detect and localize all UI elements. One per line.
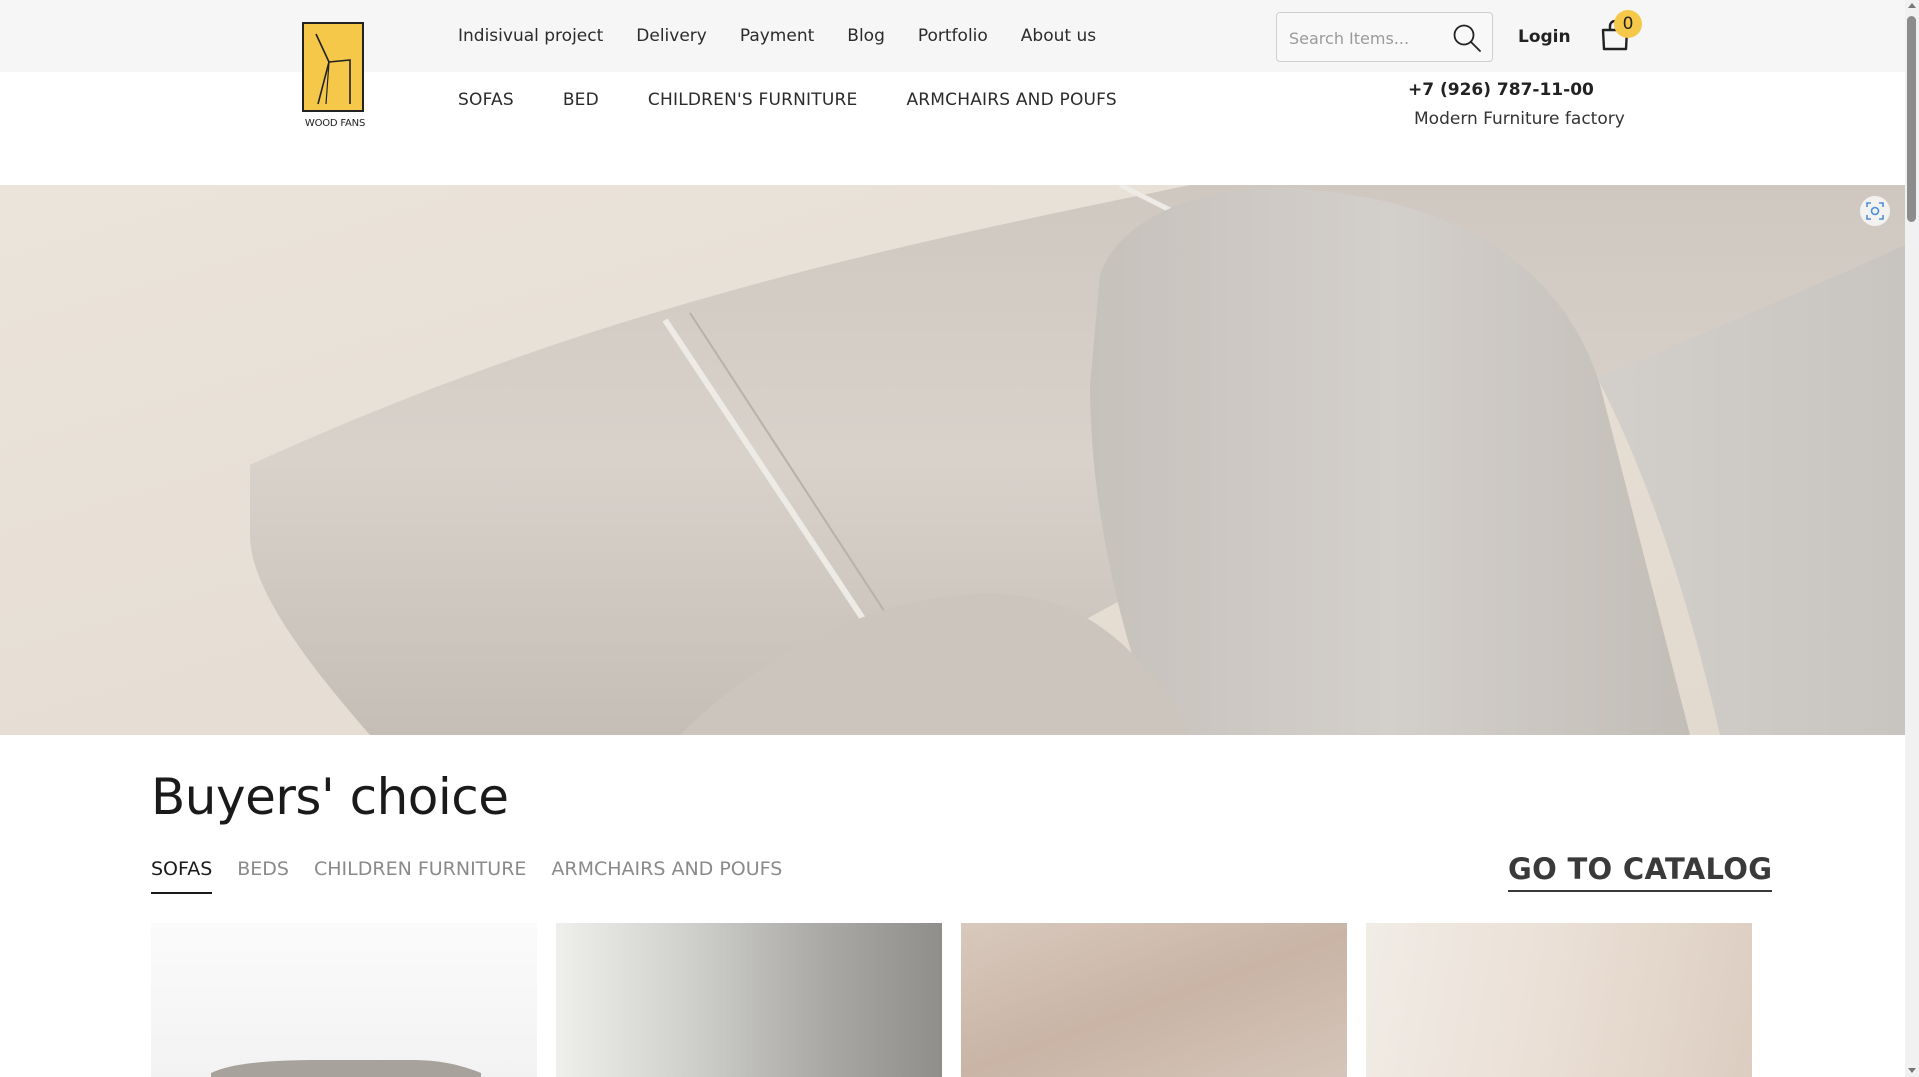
hero-banner-image xyxy=(0,185,1905,735)
search-input[interactable] xyxy=(1289,25,1439,51)
scroll-up-arrow-icon[interactable] xyxy=(1908,3,1916,8)
nav-portfolio[interactable]: Portfolio xyxy=(918,26,988,46)
tab-sofas[interactable]: SOFAS xyxy=(151,858,213,894)
scroll-down-arrow-icon[interactable] xyxy=(1908,1068,1916,1073)
cart-count-badge: 0 xyxy=(1614,10,1642,38)
product-image xyxy=(961,923,1347,1077)
scan-icon[interactable] xyxy=(1860,196,1890,226)
product-cards xyxy=(151,923,1752,1077)
category-sofas[interactable]: SOFAS xyxy=(458,90,514,110)
logo-text: WOOD FANS xyxy=(304,118,366,129)
page-scrollbar[interactable] xyxy=(1905,0,1919,1077)
category-bed[interactable]: BED xyxy=(563,90,599,110)
product-card[interactable] xyxy=(1366,923,1752,1077)
top-navigation: Indisivual project Delivery Payment Blog… xyxy=(458,26,1096,46)
sofa-product-image xyxy=(211,1060,481,1077)
chair-logo-icon xyxy=(302,22,364,112)
nav-payment[interactable]: Payment xyxy=(740,26,814,46)
tab-beds[interactable]: BEDS xyxy=(237,858,289,894)
tab-children-furniture[interactable]: CHILDREN FURNITURE xyxy=(314,858,526,894)
tab-armchairs-and-poufs[interactable]: ARMCHAIRS AND POUFS xyxy=(551,858,782,894)
product-image xyxy=(556,923,942,1077)
category-tabs: SOFAS BEDS CHILDREN FURNITURE ARMCHAIRS … xyxy=(151,858,782,894)
search-icon[interactable] xyxy=(1452,23,1482,53)
product-card[interactable] xyxy=(151,923,537,1077)
product-card[interactable] xyxy=(961,923,1347,1077)
nav-delivery[interactable]: Delivery xyxy=(636,26,707,46)
brand-logo[interactable]: WOOD FANS xyxy=(302,22,365,129)
scrollbar-thumb[interactable] xyxy=(1907,16,1916,222)
search-box xyxy=(1276,12,1493,62)
category-childrens-furniture[interactable]: CHILDREN'S FURNITURE xyxy=(648,90,858,110)
nav-individual-project[interactable]: Indisivual project xyxy=(458,26,603,46)
product-image xyxy=(1366,923,1752,1077)
nav-blog[interactable]: Blog xyxy=(847,26,885,46)
tagline: Modern Furniture factory xyxy=(1414,109,1625,129)
category-navigation: SOFAS BED CHILDREN'S FURNITURE ARMCHAIRS… xyxy=(458,90,1117,110)
nav-about-us[interactable]: About us xyxy=(1021,26,1096,46)
section-title: Buyers' choice xyxy=(151,768,509,826)
product-card[interactable] xyxy=(556,923,942,1077)
category-armchairs-and-poufs[interactable]: ARMCHAIRS AND POUFS xyxy=(906,90,1116,110)
go-to-catalog-link[interactable]: GO TO CATALOG xyxy=(1508,852,1773,892)
login-link[interactable]: Login xyxy=(1518,27,1571,47)
phone-number[interactable]: +7 (926) 787-11-00 xyxy=(1408,80,1594,100)
